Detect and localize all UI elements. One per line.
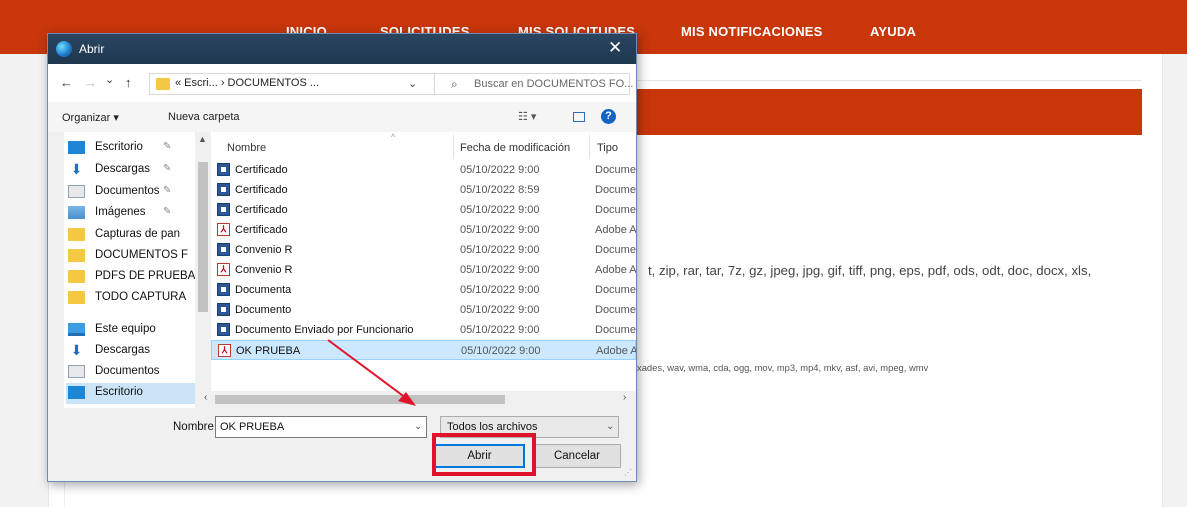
annotation-highlight-box: [432, 433, 536, 476]
screen: INICIO SOLICITUDES MIS SOLICITUDES MIS N…: [0, 0, 1187, 507]
annotation-arrow: [327, 339, 416, 406]
